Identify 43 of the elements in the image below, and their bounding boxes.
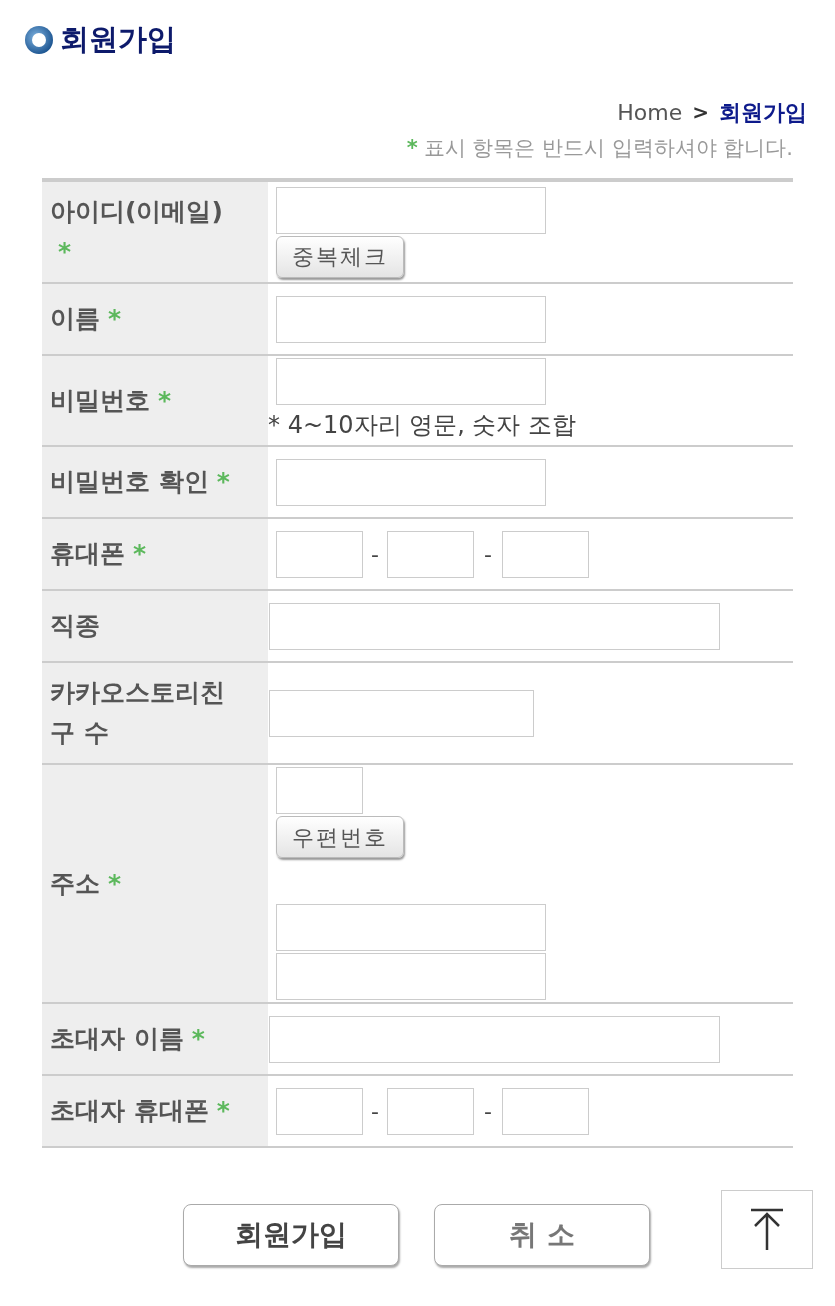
separator-text: - bbox=[482, 540, 493, 569]
separator-text: - bbox=[370, 1097, 380, 1126]
field-label: 초대자 이름 * bbox=[50, 1023, 205, 1055]
input-field[interactable] bbox=[276, 358, 546, 405]
input-field[interactable] bbox=[386, 530, 474, 578]
breadcrumb-separator: > bbox=[692, 99, 709, 126]
circle-bullet-icon bbox=[24, 24, 54, 55]
field-label: 카카오스토리친구 수 bbox=[50, 677, 226, 749]
field-label: 주소 * bbox=[50, 867, 122, 900]
input-field[interactable] bbox=[276, 953, 546, 1000]
input-field[interactable] bbox=[276, 186, 546, 234]
field-label: 이름 * bbox=[50, 303, 122, 335]
field-label: 직종 bbox=[50, 610, 100, 642]
field-label: 초대자 휴대폰 * bbox=[50, 1095, 230, 1127]
cancel-button[interactable]: 취 소 bbox=[434, 1203, 650, 1266]
required-note: * 표시 항목은 반드시 입력하셔야 합니다. bbox=[406, 134, 793, 162]
input-field[interactable] bbox=[269, 689, 534, 737]
input-field[interactable] bbox=[276, 458, 546, 506]
field-label: 휴대폰 * bbox=[50, 538, 147, 570]
signup-button[interactable]: 회원가입 bbox=[183, 1203, 399, 1266]
breadcrumb-link[interactable]: Home bbox=[617, 95, 683, 129]
hint-text: * 4~10자리 영문, 숫자 조합 bbox=[268, 410, 577, 441]
field-label: 비밀번호 * bbox=[50, 384, 172, 417]
scroll-top-button[interactable] bbox=[721, 1190, 813, 1269]
arrow-up-icon bbox=[749, 1207, 785, 1252]
form-button[interactable]: 중복체크 bbox=[276, 235, 404, 278]
input-field[interactable] bbox=[276, 1087, 363, 1135]
page-title: 회원가입 bbox=[60, 21, 176, 58]
separator-text: - bbox=[370, 540, 380, 569]
field-label: 비밀번호 확인 * bbox=[50, 466, 230, 498]
breadcrumb-link[interactable]: 회원가입 bbox=[719, 95, 807, 129]
input-field[interactable] bbox=[269, 1015, 720, 1063]
field-label: 아이디(이메일) * bbox=[50, 196, 224, 268]
form-button[interactable]: 우편번호 bbox=[276, 816, 404, 858]
input-field[interactable] bbox=[276, 904, 546, 951]
input-field[interactable] bbox=[501, 1087, 589, 1135]
input-field[interactable] bbox=[269, 602, 720, 650]
input-field[interactable] bbox=[276, 295, 546, 343]
input-field[interactable] bbox=[386, 1087, 474, 1135]
input-field[interactable] bbox=[501, 530, 589, 578]
separator-text: - bbox=[482, 1097, 493, 1126]
input-field[interactable] bbox=[276, 530, 363, 578]
input-field[interactable] bbox=[276, 767, 363, 814]
